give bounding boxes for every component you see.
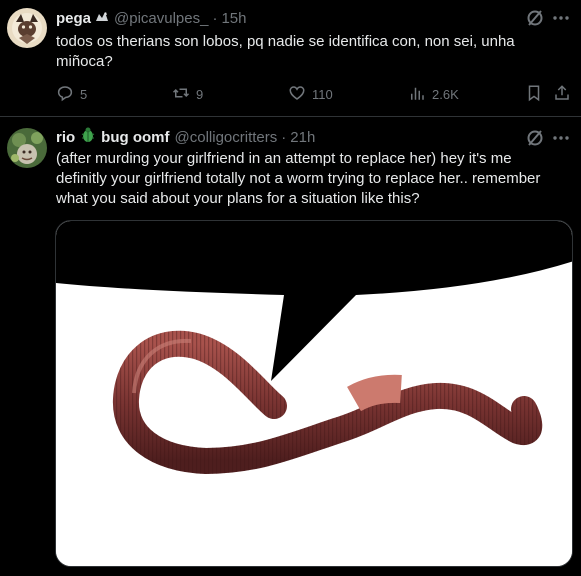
tweet[interactable]: rio bug oomf @colligocritters · 21h (aft… (0, 117, 581, 576)
timestamp[interactable]: 15h (221, 10, 246, 27)
separator: · (212, 9, 218, 27)
views-count: 2.6K (432, 87, 459, 102)
like-icon (288, 84, 306, 105)
grok-icon[interactable] (525, 8, 545, 28)
reply-button[interactable]: 5 (56, 84, 87, 105)
bookmark-icon (525, 84, 543, 105)
share-icon (553, 84, 571, 105)
retweet-count: 9 (196, 87, 204, 102)
bug-emoji-icon (80, 127, 96, 147)
share-button[interactable] (553, 84, 571, 105)
bookmark-button[interactable] (525, 84, 543, 105)
display-name[interactable]: rio (56, 129, 75, 146)
more-icon[interactable] (551, 8, 571, 28)
tweet-media-image[interactable] (55, 220, 573, 567)
separator: · (281, 128, 287, 146)
more-icon[interactable] (551, 128, 571, 148)
tweet[interactable]: pega @picavulpes_ · 15h todos os therian… (0, 0, 581, 117)
tweet-header: rio bug oomf @colligocritters · 21h (56, 127, 315, 147)
avatar[interactable] (7, 128, 47, 168)
like-count: 110 (312, 87, 333, 102)
display-name-suffix[interactable]: bug oomf (101, 129, 169, 146)
tweet-text: (after murding your girlfriend in an att… (56, 150, 541, 207)
retweet-icon (172, 84, 190, 105)
tweet-header: pega @picavulpes_ · 15h (56, 8, 247, 28)
reply-count: 5 (80, 87, 88, 102)
fox-emoji-icon (95, 10, 109, 27)
grok-icon[interactable] (525, 128, 545, 148)
reply-icon (56, 84, 74, 105)
timestamp[interactable]: 21h (290, 129, 315, 146)
action-bar: 5 9 110 2.6K (56, 84, 574, 104)
retweet-button[interactable]: 9 (172, 84, 203, 105)
tweet-text: todos os therians son lobos, pq nadie se… (56, 33, 515, 70)
avatar[interactable] (7, 8, 47, 48)
display-name[interactable]: pega (56, 10, 91, 27)
views-button[interactable]: 2.6K (408, 84, 459, 105)
like-button[interactable]: 110 (288, 84, 333, 105)
views-icon (408, 84, 426, 105)
handle[interactable]: @picavulpes_ (114, 10, 208, 27)
handle[interactable]: @colligocritters (175, 129, 278, 146)
